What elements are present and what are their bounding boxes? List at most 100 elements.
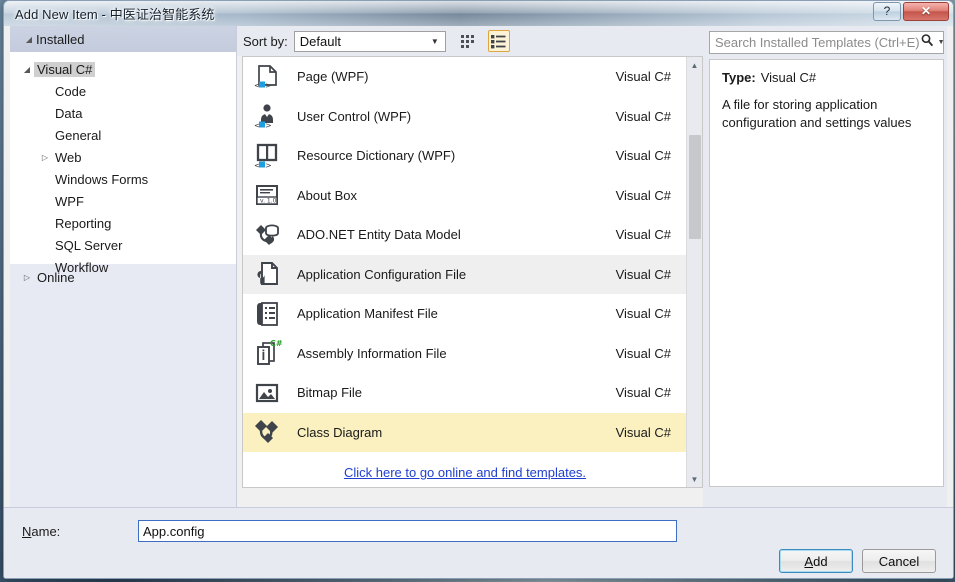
template-item-language: Visual C# <box>615 227 671 243</box>
add-button[interactable]: Add <box>779 549 853 573</box>
tree-item-label: Web <box>55 149 82 165</box>
tiles-view-icon[interactable] <box>458 30 480 52</box>
chevron-right-icon[interactable]: ▷ <box>38 153 52 162</box>
template-item-class-diagram[interactable]: Class Diagram Visual C# <box>243 412 687 452</box>
template-item-application-configuration-file[interactable]: Application Configuration File Visual C# <box>243 254 687 294</box>
list-view-icon[interactable] <box>487 30 510 52</box>
type-label: Type: <box>722 70 756 85</box>
tree-item-online[interactable]: ▷ Online <box>10 264 236 290</box>
installed-header[interactable]: ◢ Installed <box>10 26 236 52</box>
application-configuration-file-icon <box>251 258 283 290</box>
installed-tree-panel: ◢ Installed ◢ Visual C# Code Data Genera… <box>10 26 237 507</box>
template-item-language: Visual C# <box>615 345 671 361</box>
template-list-scroll-area: < > Page (WPF) Visual C# < > User Contro… <box>243 57 687 459</box>
tree-item-code[interactable]: Code <box>10 80 236 102</box>
template-item-language: Visual C# <box>615 266 671 282</box>
template-item-name: About Box <box>297 187 357 203</box>
template-description: A file for storing application configura… <box>722 97 912 130</box>
template-item-resource-dictionary-wpf[interactable]: < > Resource Dictionary (WPF) Visual C# <box>243 136 687 176</box>
tree-item-data[interactable]: Data <box>10 102 236 124</box>
search-placeholder: Search Installed Templates (Ctrl+E) <box>715 35 920 50</box>
sort-by-label: Sort by: <box>243 33 288 49</box>
template-item-name: Application Manifest File <box>297 306 438 322</box>
ado-net-entity-data-model-icon <box>251 219 283 251</box>
category-tree: ◢ Visual C# Code Data General ▷ Web Wind… <box>10 52 236 275</box>
template-item-application-manifest-file[interactable]: Application Manifest File Visual C# <box>243 294 687 334</box>
sort-by-select[interactable]: Default ▼ <box>293 30 446 52</box>
search-input[interactable]: Search Installed Templates (Ctrl+E) ▼ <box>709 31 945 54</box>
details-panel: Search Installed Templates (Ctrl+E) ▼ Ty… <box>704 26 947 507</box>
dialog-body: ◢ Installed ◢ Visual C# Code Data Genera… <box>4 26 953 578</box>
online-templates-bar: Click here to go online and find templat… <box>243 458 687 487</box>
template-list-panel: Sort by: Default ▼ < > Page (WPF) Visual… <box>237 26 703 507</box>
tree-item-reporting[interactable]: Reporting <box>10 212 236 234</box>
chevron-right-icon[interactable]: ▷ <box>20 273 34 282</box>
name-label: Name: <box>22 524 61 539</box>
template-info-panel: Type: Visual C# A file for storing applic… <box>709 59 944 487</box>
user-control-wpf-icon: < > <box>251 100 283 132</box>
svg-text:>: > <box>265 121 272 130</box>
scrollbar-thumb[interactable] <box>689 135 701 239</box>
chevron-down-icon[interactable]: ▼ <box>938 39 945 46</box>
chevron-down-icon: ▼ <box>430 36 439 46</box>
page-wpf-icon: < > <box>251 61 283 93</box>
template-item-about-box[interactable]: v. 1.0 About Box Visual C# <box>243 176 687 216</box>
tree-item-label: Reporting <box>55 215 112 231</box>
template-item-language: Visual C# <box>615 424 671 440</box>
scroll-down-icon[interactable]: ▼ <box>687 471 702 487</box>
svg-text:>: > <box>265 81 272 90</box>
tree-item-windows-forms[interactable]: Windows Forms <box>10 168 236 190</box>
resource-dictionary-wpf-icon: < > <box>251 140 283 172</box>
scroll-up-icon[interactable]: ▲ <box>687 57 702 73</box>
svg-text:>: > <box>265 161 272 170</box>
name-input[interactable]: App.config <box>138 520 677 542</box>
template-item-language: Visual C# <box>615 148 671 164</box>
cancel-button[interactable]: Cancel <box>862 549 936 573</box>
tree-item-web[interactable]: ▷ Web <box>10 146 236 168</box>
template-item-language: Visual C# <box>615 187 671 203</box>
template-item-name: Class Diagram <box>297 424 383 440</box>
help-icon[interactable]: ? <box>873 2 901 21</box>
dialog-footer: Name: App.config Add Cancel <box>4 507 953 578</box>
tree-item-label: SQL Server <box>55 237 123 253</box>
template-item-language: Visual C# <box>615 385 671 401</box>
assembly-information-file-icon: C# <box>251 337 283 369</box>
name-input-value: App.config <box>143 523 205 539</box>
template-item-assembly-information-file[interactable]: C# Assembly Information File Visual C# <box>243 334 687 374</box>
template-item-bitmap-file[interactable]: Bitmap File Visual C# <box>243 373 687 413</box>
svg-text:C#: C# <box>270 339 282 348</box>
template-type-line: Type: Visual C# <box>722 70 931 85</box>
tree-item-label: WPF <box>55 193 84 209</box>
chevron-down-icon: ◢ <box>25 34 33 44</box>
add-new-item-dialog: Add New Item - 中医证治智能系统 ? ✕ ◢ Installed … <box>3 0 954 579</box>
template-list-scrollbar[interactable]: ▲ ▼ <box>686 57 702 487</box>
template-item-user-control-wpf[interactable]: < > User Control (WPF) Visual C# <box>243 97 687 137</box>
sort-by-value: Default <box>299 33 341 49</box>
tree-item-label: Data <box>55 105 83 121</box>
type-value: Visual C# <box>760 70 817 85</box>
installed-header-label: Installed <box>36 31 85 47</box>
tree-item-sql-server[interactable]: SQL Server <box>10 234 236 256</box>
tree-item-general[interactable]: General <box>10 124 236 146</box>
bitmap-file-icon <box>251 377 283 409</box>
tree-item-label: General <box>55 127 102 143</box>
svg-text:v. 1.0: v. 1.0 <box>260 198 277 205</box>
about-box-icon: v. 1.0 <box>251 179 283 211</box>
template-list: < > Page (WPF) Visual C# < > User Contro… <box>242 56 703 488</box>
close-icon[interactable]: ✕ <box>903 2 949 21</box>
tree-item-label: Code <box>55 83 87 99</box>
title-bar[interactable]: Add New Item - 中医证治智能系统 ? ✕ <box>4 1 953 27</box>
template-item-ado-net-entity-data-model[interactable]: ADO.NET Entity Data Model Visual C# <box>243 215 687 255</box>
online-templates-link[interactable]: Click here to go online and find templat… <box>344 465 586 480</box>
template-item-name: Assembly Information File <box>297 345 447 361</box>
tree-item-label: Windows Forms <box>55 171 149 187</box>
tree-item-wpf[interactable]: WPF <box>10 190 236 212</box>
template-item-name: Page (WPF) <box>297 69 369 85</box>
template-item-name: Resource Dictionary (WPF) <box>297 148 456 164</box>
tree-item-label: Online <box>37 269 75 285</box>
template-item-page-wpf[interactable]: < > Page (WPF) Visual C# <box>243 57 687 97</box>
tree-item-visual-csharp[interactable]: ◢ Visual C# <box>10 58 236 80</box>
chevron-down-icon[interactable]: ◢ <box>20 65 34 74</box>
template-item-name: User Control (WPF) <box>297 108 412 124</box>
template-item-name: Application Configuration File <box>297 266 467 282</box>
